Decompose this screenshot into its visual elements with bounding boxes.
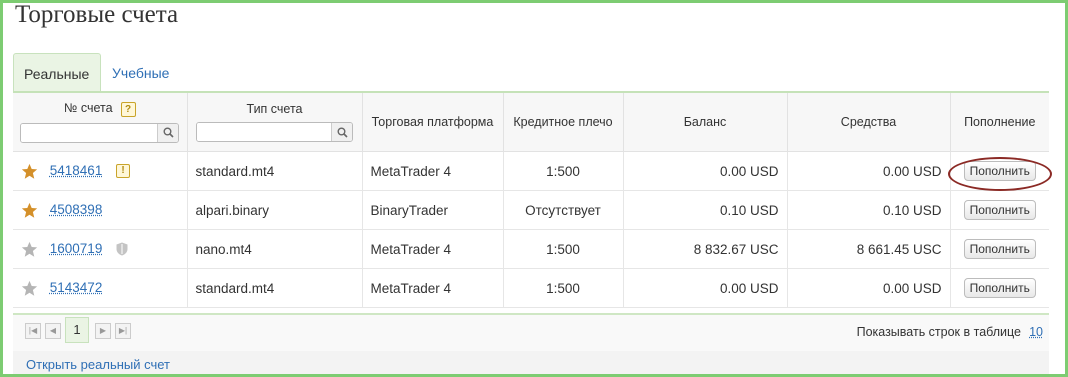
current-page[interactable]: 1 bbox=[65, 317, 89, 343]
type-cell: standard.mt4 bbox=[186, 268, 362, 308]
equity-cell: 8 661.45 USC bbox=[786, 229, 950, 269]
equity-cell: 0.00 USD bbox=[786, 268, 950, 308]
leverage-cell: 1:500 bbox=[502, 229, 623, 269]
header-leverage: Кредитное плечо bbox=[502, 93, 623, 152]
type-cell: alpari.binary bbox=[186, 190, 362, 230]
topup-button[interactable]: Пополнить bbox=[963, 200, 1036, 220]
balance-cell: 0.00 USD bbox=[622, 151, 787, 191]
account-link[interactable]: 5143472 bbox=[50, 280, 103, 295]
last-page-icon[interactable]: ▶| bbox=[115, 323, 131, 339]
account-cell: 5143472 bbox=[13, 268, 187, 308]
warning-icon: ! bbox=[116, 164, 131, 178]
platform-cell: BinaryTrader bbox=[361, 190, 503, 230]
table-row: 4508398 alpari.binary BinaryTrader Отсут… bbox=[13, 190, 1049, 230]
leverage-cell: 1:500 bbox=[502, 268, 623, 308]
star-filled-icon[interactable] bbox=[21, 202, 38, 219]
shield-icon bbox=[116, 242, 128, 256]
open-real-account-link[interactable]: Открыть реальный счет bbox=[26, 357, 170, 372]
account-link[interactable]: 1600719 bbox=[50, 241, 103, 256]
equity-cell: 0.00 USD bbox=[786, 151, 950, 191]
balance-cell: 0.00 USD bbox=[622, 268, 787, 308]
topup-button[interactable]: Пополнить bbox=[963, 278, 1036, 298]
help-icon[interactable]: ? bbox=[120, 101, 136, 117]
account-cell: 5418461 ! bbox=[13, 151, 187, 191]
topup-cell: Пополнить bbox=[949, 229, 1049, 269]
tab-real[interactable]: Реальные bbox=[13, 53, 101, 92]
topup-cell: Пополнить bbox=[949, 190, 1049, 230]
header-account-type: Тип счета bbox=[186, 93, 362, 152]
topup-cell: Пополнить bbox=[949, 151, 1049, 191]
footer-bar: Открыть реальный счет bbox=[13, 351, 1049, 374]
header-platform: Торговая платформа bbox=[361, 93, 503, 152]
next-page-icon[interactable]: ▶ bbox=[95, 323, 111, 339]
platform-cell: MetaTrader 4 bbox=[361, 151, 503, 191]
account-cell: 4508398 bbox=[13, 190, 187, 230]
table-row: 5143472 standard.mt4 MetaTrader 4 1:500 … bbox=[13, 268, 1049, 308]
star-empty-icon[interactable] bbox=[21, 280, 38, 297]
equity-cell: 0.10 USD bbox=[786, 190, 950, 230]
star-empty-icon[interactable] bbox=[21, 241, 38, 258]
leverage-cell: 1:500 bbox=[502, 151, 623, 191]
page-title: Торговые счета bbox=[15, 1, 179, 28]
balance-cell: 0.10 USD bbox=[622, 190, 787, 230]
header-equity: Средства bbox=[786, 93, 950, 152]
account-link[interactable]: 4508398 bbox=[50, 202, 103, 217]
tab-demo[interactable]: Учебные bbox=[102, 53, 179, 91]
table-row: 1600719 nano.mt4 MetaTrader 4 1:500 8 83… bbox=[13, 229, 1049, 269]
search-icon[interactable] bbox=[157, 123, 179, 142]
header-balance: Баланс bbox=[622, 93, 787, 152]
pagination-bar: |◀ ◀ 1 ▶ ▶| Показывать строк в таблице 1… bbox=[13, 313, 1049, 353]
type-cell: standard.mt4 bbox=[186, 151, 362, 191]
leverage-cell: Отсутствует bbox=[502, 190, 623, 230]
table-row: 5418461 ! standard.mt4 MetaTrader 4 1:50… bbox=[13, 151, 1049, 191]
header-account-no: № счета? bbox=[13, 93, 187, 152]
app-frame: Торговые счета Реальные Учебные № счета? bbox=[0, 0, 1068, 377]
prev-page-icon[interactable]: ◀ bbox=[45, 323, 61, 339]
type-cell: nano.mt4 bbox=[186, 229, 362, 269]
accounts-table: № счета? Тип счета Торговая платформа Кр… bbox=[13, 93, 1049, 308]
type-filter-input[interactable] bbox=[197, 123, 331, 141]
topup-button[interactable]: Пополнить bbox=[963, 239, 1036, 259]
platform-cell: MetaTrader 4 bbox=[361, 268, 503, 308]
star-filled-icon[interactable] bbox=[21, 163, 38, 180]
account-filter-input[interactable] bbox=[21, 123, 158, 142]
rows-per-page-label: Показывать строк в таблице bbox=[856, 325, 1021, 339]
type-filter bbox=[196, 122, 353, 142]
topup-button[interactable]: Пополнить bbox=[963, 161, 1036, 181]
rows-per-page-select[interactable]: 10 bbox=[1029, 325, 1043, 339]
accounts-table-wrap: № счета? Тип счета Торговая платформа Кр… bbox=[13, 91, 1049, 315]
first-page-icon[interactable]: |◀ bbox=[25, 323, 41, 339]
balance-cell: 8 832.67 USC bbox=[622, 229, 787, 269]
header-topup: Пополнение bbox=[949, 93, 1049, 152]
topup-cell: Пополнить bbox=[949, 268, 1049, 308]
header-account-no-label: № счета bbox=[63, 101, 113, 116]
account-link[interactable]: 5418461 bbox=[50, 163, 103, 178]
header-account-type-label: Тип счета bbox=[246, 102, 303, 116]
search-icon[interactable] bbox=[331, 123, 352, 141]
account-cell: 1600719 bbox=[13, 229, 187, 269]
account-filter bbox=[20, 122, 180, 143]
platform-cell: MetaTrader 4 bbox=[361, 229, 503, 269]
